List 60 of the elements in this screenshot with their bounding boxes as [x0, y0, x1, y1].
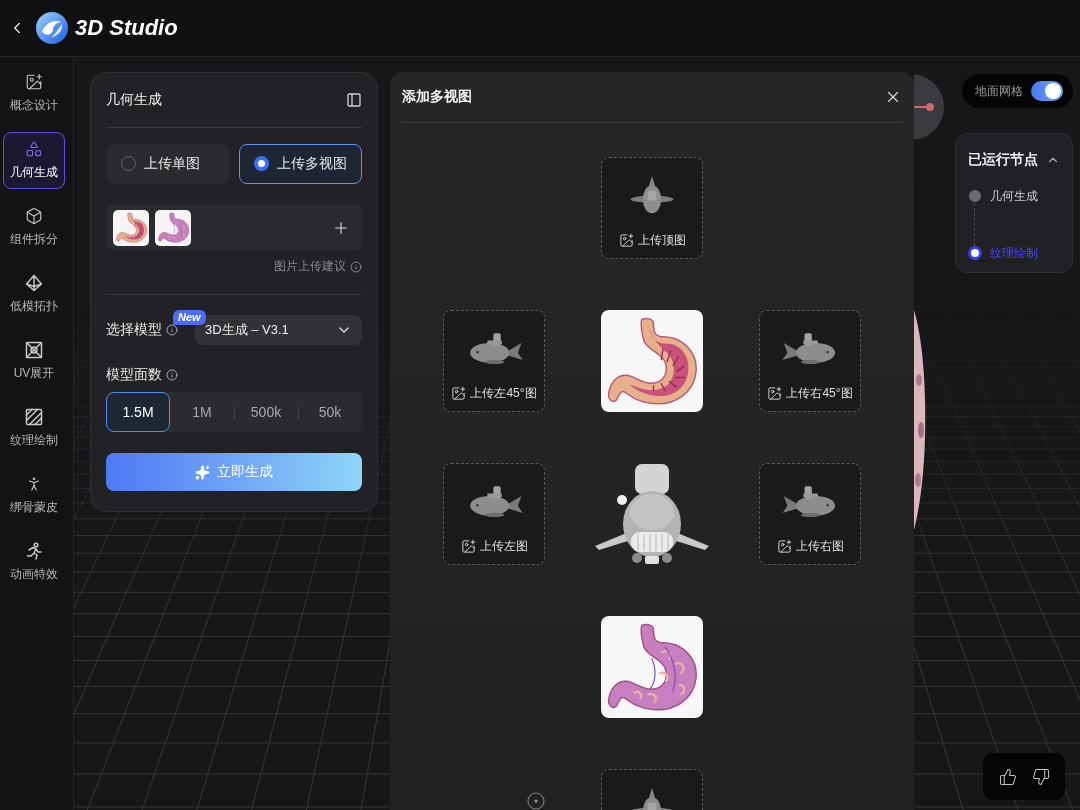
- upload-slot[interactable]: 上传左45°图: [443, 310, 545, 412]
- info-icon[interactable]: [166, 324, 178, 337]
- hatched-square-icon: [25, 408, 43, 426]
- panel-title: 几何生成: [106, 90, 162, 109]
- logo-icon: [36, 12, 68, 44]
- upload-slot[interactable]: 上传左图: [443, 463, 545, 565]
- image-plus-icon: [451, 386, 467, 401]
- pyramid-icon: [25, 274, 43, 292]
- upload-mode-option[interactable]: 上传单图: [106, 144, 230, 184]
- circle-dot-icon[interactable]: [527, 792, 545, 810]
- image-thumbnail[interactable]: [113, 209, 149, 246]
- sidebar-item[interactable]: 绑骨蒙皮: [3, 467, 65, 524]
- image-plus-icon: [460, 539, 476, 554]
- upload-hint[interactable]: 图片上传建议: [274, 258, 346, 276]
- upload-slot[interactable]: 上传右45°图: [759, 310, 861, 412]
- segment-option[interactable]: 500k: [234, 392, 298, 433]
- image-thumbnail[interactable]: [155, 209, 191, 246]
- segment-option[interactable]: 1M: [170, 392, 234, 433]
- image-plus-icon: [767, 386, 783, 401]
- node-item[interactable]: 几何生成: [968, 189, 1060, 203]
- segment-option[interactable]: 50k: [298, 392, 362, 433]
- thumbs-up-icon[interactable]: [998, 767, 1017, 786]
- dialog-title: 添加多视图: [402, 88, 472, 106]
- thumbs-down-icon[interactable]: [1031, 767, 1050, 786]
- info-icon[interactable]: [350, 260, 362, 273]
- segment-option[interactable]: 1.5M: [106, 392, 170, 433]
- sidebar-item[interactable]: 动画特效: [3, 534, 65, 591]
- photo-tile[interactable]: [601, 616, 703, 718]
- timeline-connector: [974, 203, 975, 246]
- sidebar-item[interactable]: UV展开: [3, 333, 65, 390]
- image-plus-icon: [776, 539, 792, 554]
- cube-icon: [25, 207, 43, 225]
- sparkle-icon: [195, 464, 210, 480]
- sidebar-panel-icon[interactable]: [346, 91, 362, 108]
- image-plus-icon: [25, 73, 43, 91]
- submarine-drawing: [630, 176, 674, 214]
- sidebar-item[interactable]: 概念设计: [3, 65, 65, 122]
- toggle-switch[interactable]: [1031, 81, 1063, 101]
- nodes-title: 已运行节点: [968, 151, 1038, 169]
- stomach-drawing: [157, 212, 189, 244]
- face-count-label: 模型面数: [106, 366, 162, 385]
- image-plus-icon: [618, 233, 634, 248]
- crossed-square-icon: [25, 341, 43, 359]
- new-badge: New: [173, 310, 206, 326]
- app-title: 3D Studio: [75, 15, 178, 41]
- upload-slot[interactable]: 上传顶图: [601, 157, 703, 259]
- stomach-drawing: [115, 212, 147, 244]
- sidebar-item[interactable]: 几何生成: [3, 132, 65, 189]
- shapes-icon: [25, 140, 43, 158]
- running-person-icon: [25, 542, 43, 560]
- sidebar-item[interactable]: 组件拆分: [3, 199, 65, 256]
- sidebar-item[interactable]: 纹理绘制: [3, 400, 65, 457]
- axis-gizmo-icon[interactable]: [914, 74, 944, 140]
- sidebar-item[interactable]: 低模拓扑: [3, 266, 65, 323]
- photo-tile[interactable]: [601, 310, 703, 412]
- upload-mode-option[interactable]: 上传多视图: [239, 144, 362, 184]
- upload-slot[interactable]: 上传右图: [759, 463, 861, 565]
- ground-grid-label: 地面网格: [975, 82, 1023, 100]
- info-icon[interactable]: [166, 369, 178, 382]
- model-label: 选择模型: [106, 321, 162, 340]
